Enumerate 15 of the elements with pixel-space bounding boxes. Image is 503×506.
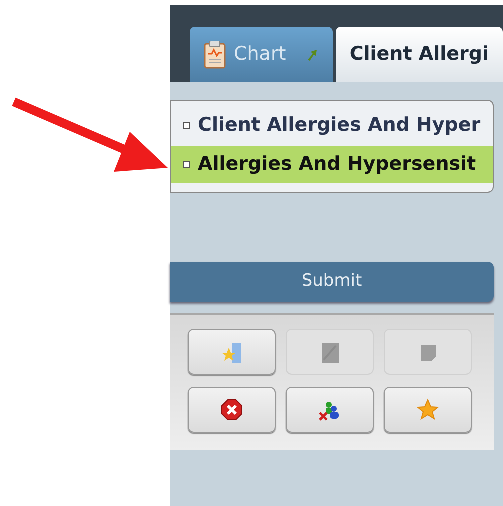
star-folder-icon	[220, 340, 244, 364]
submit-button[interactable]: Submit	[170, 262, 494, 302]
delete-icon	[220, 398, 244, 422]
star-icon	[416, 398, 440, 422]
toolbar-button[interactable]	[384, 387, 472, 433]
toolbar-button[interactable]	[188, 329, 276, 375]
bullet-icon	[183, 161, 190, 168]
list-item[interactable]: Allergies And Hypersensit	[171, 146, 493, 183]
bullet-icon	[183, 122, 190, 129]
toolbar-button[interactable]	[188, 387, 276, 433]
list-item[interactable]: Client Allergies And Hyper	[171, 107, 493, 144]
tab[interactable]: Client Allergi	[336, 27, 503, 82]
toolbar-button[interactable]	[286, 387, 374, 433]
clipboard-icon	[204, 40, 226, 68]
popout-arrow-icon[interactable]	[306, 48, 318, 62]
